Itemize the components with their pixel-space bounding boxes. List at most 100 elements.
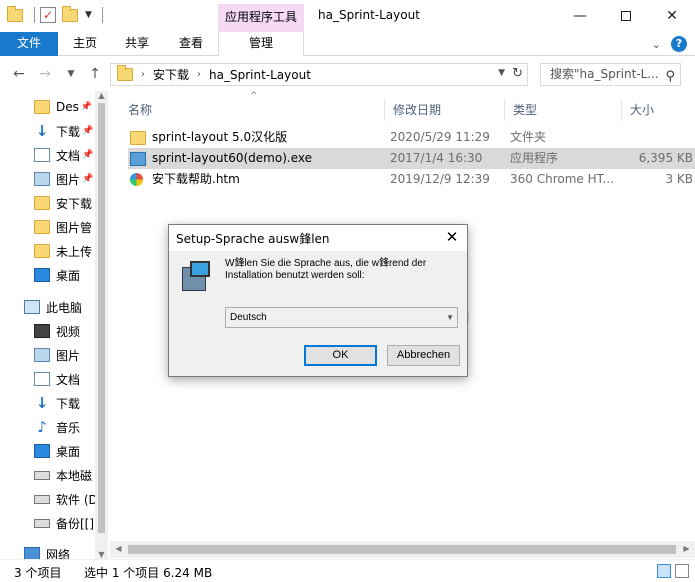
search-placeholder: 搜索"ha_Sprint-L... [550, 67, 659, 81]
properties-check-icon[interactable]: ✓ [39, 6, 57, 24]
search-icon: ⚲ [665, 69, 675, 84]
file-date: 2020/5/29 11:29 [390, 130, 490, 144]
recent-locations-icon[interactable]: ▼ [62, 65, 80, 83]
breadcrumb-separator-icon[interactable]: › [141, 69, 145, 80]
horizontal-scrollbar[interactable]: ◀ ▶ [110, 541, 695, 558]
nav-scroll-thumb[interactable] [98, 103, 105, 533]
file-date: 2017/1/4 16:30 [390, 151, 483, 165]
file-type: 360 Chrome HT... [510, 172, 614, 186]
breadcrumb-separator-icon[interactable]: › [197, 69, 201, 80]
nav-label: 桌面 [56, 444, 81, 459]
picture-icon [34, 348, 50, 362]
htm-icon [130, 173, 143, 186]
title-bar: ✓ ▼ 应用程序工具 ha_Sprint-Layout — ✕ [0, 0, 695, 32]
installer-icon [180, 261, 212, 293]
nav-label: 桌面 [56, 268, 81, 283]
address-bar[interactable]: › 安下载 › ha_Sprint-Layout ▼ ↻ [110, 63, 528, 86]
column-header-size[interactable]: 大小 [622, 99, 695, 121]
quick-access-toolbar: ✓ ▼ [6, 5, 103, 24]
search-input[interactable]: 搜索"ha_Sprint-L... ⚲ [540, 63, 681, 86]
music-icon: ♪ [37, 418, 47, 436]
document-icon [34, 148, 50, 162]
download-icon: ↓ [35, 122, 49, 140]
context-tab-group-title: 应用程序工具 [218, 4, 304, 32]
nav-label: 文档 [56, 148, 81, 163]
dialog-close-icon[interactable]: ✕ [443, 228, 461, 246]
column-header-type[interactable]: 类型 [505, 99, 622, 121]
file-row[interactable]: sprint-layout 5.0汉化版 2020/5/29 11:29 文件夹 [128, 127, 695, 148]
column-header-date[interactable]: 修改日期 [385, 99, 505, 121]
tab-manage[interactable]: 管理 [218, 32, 304, 56]
folder-icon [34, 220, 50, 234]
language-select-value: Deutsch [230, 312, 267, 323]
language-select[interactable]: Deutsch ▼ [225, 307, 458, 328]
close-button[interactable]: ✕ [649, 0, 695, 32]
tab-file[interactable]: 文件 [0, 32, 58, 56]
nav-label: 未上传 [56, 244, 93, 259]
address-dropdown-icon[interactable]: ▼ [498, 68, 505, 78]
large-icons-view-icon[interactable] [675, 564, 689, 578]
tab-view[interactable]: 查看 [176, 32, 206, 56]
download-icon: ↓ [35, 394, 49, 412]
divider [34, 7, 35, 23]
file-type: 文件夹 [510, 130, 547, 144]
nav-label: 文档 [56, 372, 81, 387]
pin-icon: 📌 [82, 174, 94, 184]
file-name: sprint-layout60(demo).exe [152, 151, 312, 165]
folder-icon [117, 65, 133, 81]
folder-icon [34, 100, 50, 114]
dialog-title-bar: Setup-Sprache ausw鋒len ✕ [169, 225, 467, 251]
nav-label: 软件 (D [56, 492, 98, 507]
expand-ribbon-icon[interactable]: ⌄ [652, 38, 661, 51]
file-row[interactable]: 安下载帮助.htm 2019/12/9 12:39 360 Chrome HT.… [128, 169, 695, 190]
forward-button[interactable]: → [36, 65, 54, 83]
cancel-button[interactable]: Abbrechen [387, 345, 460, 366]
file-row[interactable]: sprint-layout60(demo).exe 2017/1/4 16:30… [128, 148, 695, 169]
scroll-down-icon[interactable]: ▼ [95, 550, 108, 559]
navigation-bar: ← → ▼ ↑ › 安下载 › ha_Sprint-Layout ▼ ↻ 搜索"… [0, 57, 695, 91]
horizontal-scroll-thumb[interactable] [128, 545, 676, 554]
setup-language-dialog: Setup-Sprache ausw鋒len ✕ W鋒len Sie die S… [168, 224, 468, 377]
file-size: 3 KB [665, 172, 693, 186]
qat-dropdown-icon[interactable]: ▼ [85, 10, 92, 20]
drive-icon [34, 518, 50, 528]
nav-scrollbar[interactable]: ▲ ▼ [95, 91, 108, 559]
nav-label: 下载 [56, 396, 81, 411]
nav-label: 图片 [56, 172, 81, 187]
help-icon[interactable]: ? [671, 36, 687, 52]
selection-info: 选中 1 个项目 6.24 MB [84, 566, 213, 580]
nav-label: 备份[[] [56, 516, 95, 531]
document-icon [34, 372, 50, 386]
nav-label: Des [56, 100, 79, 114]
video-icon [34, 324, 50, 338]
tab-share[interactable]: 共享 [122, 32, 152, 56]
new-folder-icon[interactable] [61, 5, 79, 24]
picture-icon [34, 172, 50, 186]
folder-icon [130, 130, 146, 145]
ok-button[interactable]: OK [304, 345, 377, 366]
file-name: 安下载帮助.htm [152, 172, 240, 186]
drive-icon [34, 494, 50, 504]
file-date: 2019/12/9 12:39 [390, 172, 490, 186]
nav-label: 网络 [46, 547, 71, 560]
back-button[interactable]: ← [10, 65, 28, 83]
tab-home[interactable]: 主页 [70, 32, 100, 56]
details-view-icon[interactable] [657, 564, 671, 578]
minimize-button[interactable]: — [557, 0, 603, 32]
item-count: 3 个项目 [14, 566, 62, 580]
column-header-name[interactable]: 名称 [120, 99, 385, 121]
network-icon [24, 547, 40, 559]
breadcrumb-item[interactable]: ha_Sprint-Layout [209, 68, 311, 82]
pin-icon: 📌 [80, 102, 93, 112]
breadcrumb-item[interactable]: 安下载 [153, 66, 189, 83]
scroll-up-icon[interactable]: ▲ [95, 91, 108, 100]
window-title: ha_Sprint-Layout [318, 8, 420, 22]
scroll-right-icon[interactable]: ▶ [680, 544, 693, 553]
nav-label: 视频 [56, 324, 81, 339]
nav-label: 图片管 [56, 220, 93, 235]
refresh-icon[interactable]: ↻ [512, 66, 523, 81]
maximize-button[interactable] [603, 0, 649, 32]
nav-label: 音乐 [56, 420, 81, 435]
scroll-left-icon[interactable]: ◀ [112, 544, 125, 553]
up-button[interactable]: ↑ [86, 65, 104, 83]
